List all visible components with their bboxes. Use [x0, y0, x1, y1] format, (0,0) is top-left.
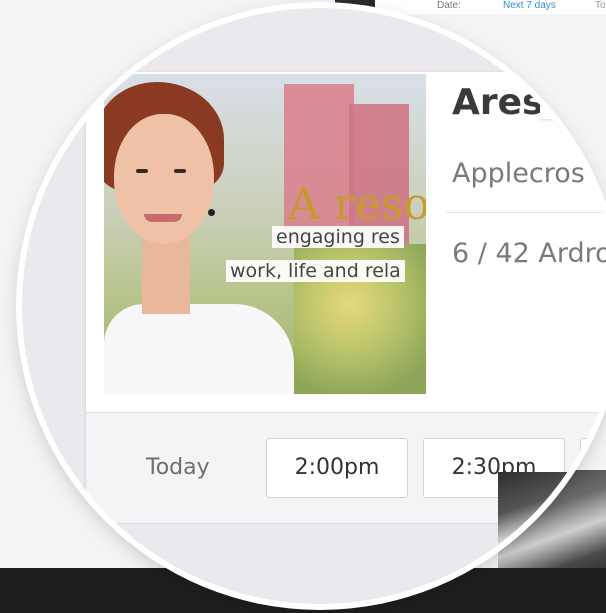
listing-address: 6 / 42 Ardros [452, 238, 606, 269]
listing-suburb: Applecros [452, 158, 585, 189]
day-label: Today [146, 455, 210, 480]
photo-headline: A resol [288, 179, 426, 230]
house-photo[interactable] [498, 472, 606, 572]
photo-person-earring [208, 209, 215, 216]
time-of-day-filter: Any AM PM [492, 50, 606, 66]
magnified-content: Any AM PM A resol engaging res [22, 8, 606, 604]
photo-person-face [114, 114, 214, 244]
photo-person-neck [142, 234, 190, 314]
photo-person-eye [174, 169, 186, 173]
photo-person-mouth [144, 214, 182, 222]
appointment-tooltip: appo [540, 95, 588, 119]
listing-photo[interactable]: A resol engaging res work, life and rela [104, 74, 426, 394]
time-filter-pm[interactable]: PM [590, 50, 606, 62]
photo-person-eye [136, 169, 148, 173]
page: Date: Next 7 days To Any AM PM A reso en… [0, 0, 606, 613]
magnifier-lens: Any AM PM A resol engaging res [22, 8, 606, 604]
time-filter-am[interactable]: AM [547, 50, 564, 62]
time-slot-button[interactable]: 2:00pm [266, 438, 408, 498]
photo-tagline: engaging res [272, 226, 404, 248]
divider [446, 212, 606, 213]
photo-tagline: work, life and rela [226, 260, 405, 282]
time-filter-any[interactable]: Any [504, 50, 523, 62]
photo-person-shirt [104, 304, 294, 394]
